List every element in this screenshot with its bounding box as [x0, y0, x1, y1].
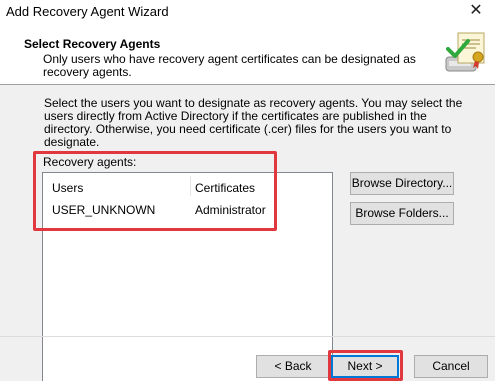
close-icon[interactable]: ✕ — [465, 1, 487, 21]
column-header-certificates[interactable]: Certificates — [195, 181, 255, 195]
footer-divider — [0, 336, 495, 337]
recovery-agents-label: Recovery agents: — [43, 155, 137, 169]
cancel-button[interactable]: Cancel — [414, 355, 488, 378]
wizard-body: Select the users you want to designate a… — [0, 86, 495, 381]
browse-folders-button[interactable]: Browse Folders... — [350, 202, 454, 225]
page-title: Select Recovery Agents — [24, 37, 161, 51]
wizard-certificate-icon — [445, 32, 485, 72]
window-title: Add Recovery Agent Wizard — [6, 4, 169, 19]
certificate-cell[interactable]: Administrator — [195, 203, 266, 217]
user-cell[interactable]: USER_UNKNOWN — [52, 203, 155, 217]
browse-directory-button[interactable]: Browse Directory... — [350, 172, 454, 195]
next-button[interactable]: Next > — [331, 355, 399, 378]
instructions-text: Select the users you want to designate a… — [44, 96, 463, 149]
column-header-users[interactable]: Users — [52, 181, 83, 195]
page-description: Only users who have recovery agent certi… — [43, 52, 416, 79]
wizard-header: Select Recovery Agents Only users who ha… — [0, 24, 495, 85]
title-bar: Add Recovery Agent Wizard ✕ — [0, 0, 495, 24]
column-separator[interactable] — [190, 176, 191, 196]
back-button[interactable]: < Back — [256, 355, 330, 378]
recovery-agents-list[interactable]: Users Certificates USER_UNKNOWN Administ… — [42, 172, 333, 381]
